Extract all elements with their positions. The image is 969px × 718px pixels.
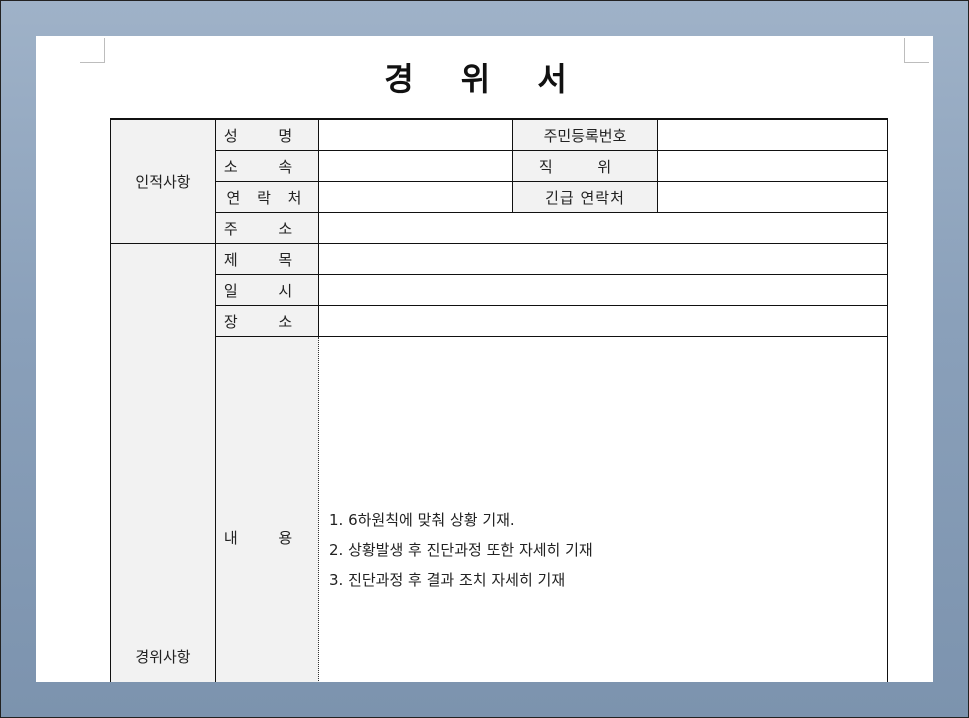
label-emergency-contact: 긴급 연락처 — [512, 181, 658, 213]
label-content: 내 용 — [215, 336, 319, 682]
content-line-1: 1. 6하원칙에 맞춰 상황 기재. — [329, 511, 515, 529]
row-datetime: 일 시 — [111, 274, 888, 306]
label-subject: 제 목 — [215, 243, 319, 275]
content-line-2: 2. 상황발생 후 진단과정 또한 자세히 기재 — [329, 541, 593, 559]
label-place: 장 소 — [215, 305, 319, 337]
field-contact[interactable] — [318, 181, 513, 213]
section-personal: 인적사항 — [110, 118, 216, 244]
section-incident: 경위사항 — [110, 243, 216, 682]
field-emergency-contact[interactable] — [657, 181, 888, 213]
label-name: 성 명 — [215, 118, 319, 151]
row-affiliation: 소 속 직 위 — [111, 150, 888, 182]
statement-form-table: 인적사항 성 명 주민등록번호 소 속 직 위 연 락 처 긴급 연락처 주 소… — [110, 118, 888, 682]
label-position: 직 위 — [512, 150, 658, 182]
row-address: 주 소 — [111, 212, 888, 244]
row-contact: 연 락 처 긴급 연락처 — [111, 181, 888, 213]
document-title: 경 위 서 — [384, 60, 585, 98]
field-place[interactable] — [318, 305, 888, 337]
field-position[interactable] — [657, 150, 888, 182]
content-line-3: 3. 진단과정 후 결과 조치 자세히 기재 — [329, 571, 566, 589]
content-instructions: 1. 6하원칙에 맞춰 상황 기재. 2. 상황발생 후 진단과정 또한 자세히… — [319, 337, 887, 595]
document-page: 경 위 서 인적사항 성 명 주민등록번호 소 속 직 위 연 락 처 긴급 연… — [36, 36, 933, 682]
label-resident-id: 주민등록번호 — [512, 118, 658, 151]
row-content: 내 용 1. 6하원칙에 맞춰 상황 기재. 2. 상황발생 후 진단과정 또한… — [111, 336, 888, 682]
field-resident-id[interactable] — [657, 118, 888, 151]
label-address: 주 소 — [215, 212, 319, 244]
row-place: 장 소 — [111, 305, 888, 337]
label-datetime: 일 시 — [215, 274, 319, 306]
field-content[interactable]: 1. 6하원칙에 맞춰 상황 기재. 2. 상황발생 후 진단과정 또한 자세히… — [318, 336, 888, 682]
label-contact: 연 락 처 — [215, 181, 319, 213]
field-subject[interactable] — [318, 243, 888, 275]
field-datetime[interactable] — [318, 274, 888, 306]
field-address[interactable] — [318, 212, 888, 244]
field-name[interactable] — [318, 118, 513, 151]
row-subject: 경위사항 제 목 — [110, 243, 888, 682]
label-affiliation: 소 속 — [215, 150, 319, 182]
field-affiliation[interactable] — [318, 150, 513, 182]
row-name: 인적사항 성 명 주민등록번호 — [110, 118, 888, 244]
